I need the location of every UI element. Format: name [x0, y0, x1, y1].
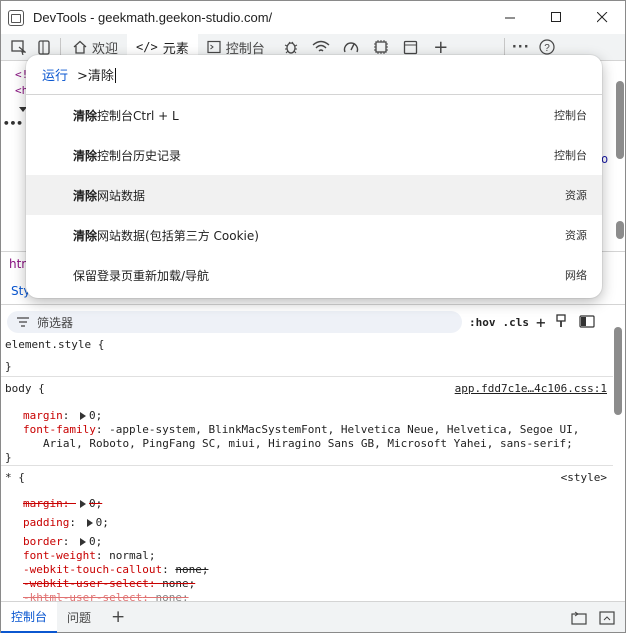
tab-elements-label: 元素 [162, 41, 189, 57]
dock-drawer-icon[interactable] [571, 610, 587, 629]
command-item[interactable]: 保留登录页重新加载/导航 网络 [26, 255, 602, 295]
maximize-icon[interactable] [533, 1, 579, 34]
drawer-tab-bar: 控制台 问题 + [1, 601, 625, 633]
expand-triangle-icon[interactable] [80, 412, 86, 420]
expand-triangle-icon[interactable] [80, 500, 86, 508]
toolbar-separator [60, 38, 61, 56]
expand-triangle-icon[interactable] [86, 519, 93, 527]
command-category: 资源 [565, 189, 587, 202]
svg-text:?: ? [544, 43, 550, 54]
dom-ellipsis[interactable]: ••• [3, 117, 23, 130]
command-input[interactable]: 运行 >清除 [26, 55, 602, 95]
window-title: DevTools - geekmath.geekon-studio.com/ [33, 10, 273, 25]
dom-fragment: o [601, 152, 609, 166]
stylesheet-link[interactable]: app.fdd7c1e…4c106.css:1 [455, 382, 607, 396]
rule-selector[interactable]: element.style { [5, 338, 609, 352]
style-rule-universal: * { <style> margin: 0; padding: 0; borde… [1, 466, 613, 601]
declaration-padding[interactable]: padding: 0; [5, 516, 609, 530]
command-item[interactable]: 清除控制台Ctrl + L 控制台 [26, 95, 602, 135]
rule-close: } [5, 451, 12, 464]
style-rule-element: element.style { } [1, 335, 613, 377]
rule-close: } [5, 360, 12, 373]
command-query[interactable]: >清除 [77, 65, 116, 84]
command-category: 控制台 [554, 109, 587, 122]
command-category: 控制台 [554, 149, 587, 162]
console-icon [207, 40, 221, 54]
declaration-khtml-user-select[interactable]: -khtml-user-select: none; [5, 591, 609, 601]
command-item[interactable]: 清除网站数据(包括第三方 Cookie) 资源 [26, 215, 602, 255]
toggle-sidebar-icon[interactable] [579, 313, 595, 332]
filter-placeholder: 筛选器 [37, 315, 74, 330]
drawer-tab-issues[interactable]: 问题 [57, 602, 101, 633]
command-menu: 运行 >清除 清除控制台Ctrl + L 控制台 清除控制台历史记录 控制台 清… [26, 55, 602, 298]
command-run-label[interactable]: 运行 [42, 65, 68, 84]
styles-pane: element.style { } body { app.fdd7c1e…4c1… [1, 335, 613, 601]
cls-toggle[interactable]: .cls [503, 316, 530, 329]
elements-scrollbar-lower[interactable] [616, 221, 624, 239]
styles-filter-bar: 筛选器 :hov .cls + [1, 309, 625, 335]
tab-welcome-label: 欢迎 [92, 41, 119, 57]
style-tag-source[interactable]: <style> [561, 471, 607, 485]
declaration-border[interactable]: border: 0; [5, 535, 609, 549]
declaration-margin[interactable]: margin: 0; [5, 409, 609, 423]
home-icon [73, 40, 87, 54]
command-item[interactable]: 清除控制台历史记录 控制台 [26, 135, 602, 175]
minimize-icon[interactable] [487, 1, 533, 34]
text-caret [114, 68, 116, 83]
declaration-font-family[interactable]: font-family: -apple-system, BlinkMacSyst… [5, 423, 609, 437]
command-category: 网络 [565, 269, 587, 282]
command-item-selected[interactable]: 清除网站数据 资源 [26, 175, 602, 215]
filter-input[interactable]: 筛选器 [7, 311, 462, 333]
expand-triangle-icon[interactable] [80, 538, 86, 546]
title-bar: DevTools - geekmath.geekon-studio.com/ [1, 1, 625, 34]
inspect-element-icon[interactable] [5, 34, 31, 60]
window-controls [487, 1, 625, 34]
drawer-tab-console[interactable]: 控制台 [1, 601, 58, 633]
filter-icon [17, 317, 29, 327]
toolbar-separator [503, 38, 505, 56]
close-icon[interactable] [579, 1, 625, 34]
styles-scrollbar[interactable] [614, 327, 622, 415]
code-icon: </> [136, 40, 158, 54]
rule-selector[interactable]: body { [5, 382, 45, 395]
declaration-user-select[interactable]: -webkit-user-select: none; [5, 577, 609, 591]
rule-selector[interactable]: * { [5, 471, 25, 484]
drawer-add-icon[interactable]: + [101, 602, 135, 633]
command-category: 资源 [565, 229, 587, 242]
paint-brush-icon[interactable] [555, 313, 567, 332]
elements-scrollbar[interactable] [616, 81, 624, 159]
declaration-font-weight[interactable]: font-weight: normal; [5, 549, 609, 563]
close-drawer-icon[interactable] [599, 610, 615, 629]
declaration-font-family-cont: Arial, Roboto, PingFang SC, miui, Hiragi… [43, 437, 573, 450]
style-rule-body: body { app.fdd7c1e…4c106.css:1 margin: 0… [1, 377, 613, 466]
hov-toggle[interactable]: :hov [469, 316, 496, 329]
declaration-touch-callout[interactable]: ⚠-webkit-touch-callout: none; [5, 563, 609, 577]
tab-console-label: 控制台 [225, 41, 265, 57]
declaration-margin-overridden[interactable]: margin: 0; [5, 497, 609, 511]
devtools-app-icon [8, 9, 24, 26]
devtools-window: { "window": {"title": "DevTools - geekma… [0, 0, 626, 633]
new-rule-icon[interactable]: + [536, 313, 546, 332]
